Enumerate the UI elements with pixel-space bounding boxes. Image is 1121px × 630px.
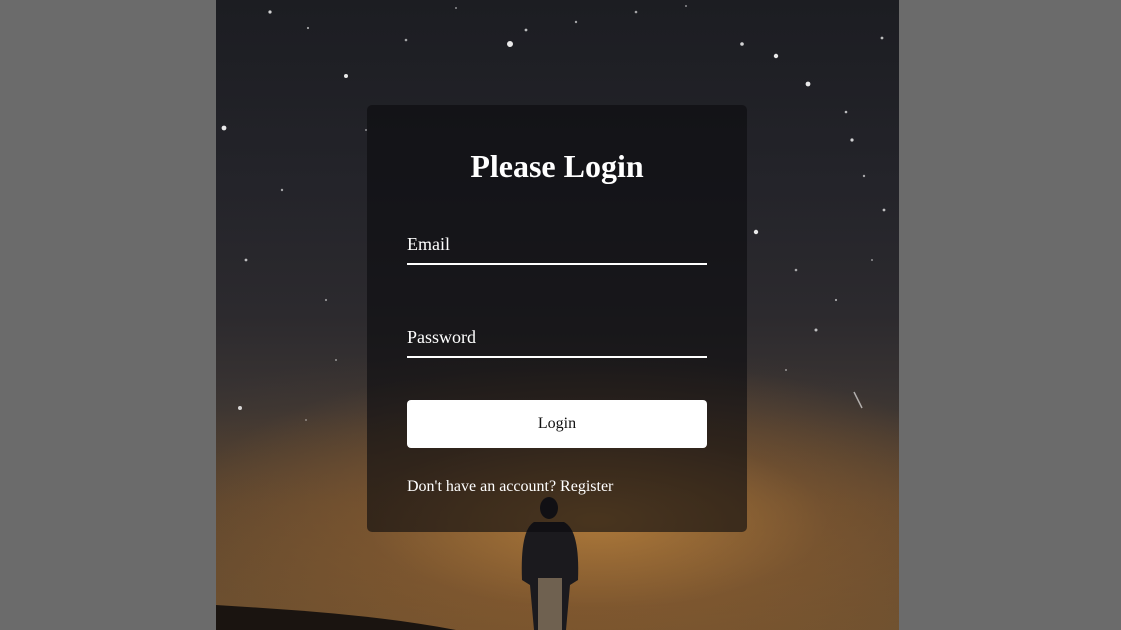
password-field-group: Password [407, 322, 707, 358]
login-card: Please Login Email Password Login Don't … [367, 105, 747, 532]
register-prompt-text: Don't have an account? [407, 478, 561, 495]
login-button[interactable]: Login [407, 400, 707, 448]
register-prompt: Don't have an account? Register [407, 477, 613, 497]
password-input[interactable] [407, 322, 707, 358]
login-title: Please Login [470, 148, 644, 184]
email-field-group: Email [407, 229, 707, 265]
email-input[interactable] [407, 229, 707, 265]
page: Please Login Email Password Login Don't … [0, 0, 1121, 630]
register-link[interactable]: Register [560, 478, 613, 495]
